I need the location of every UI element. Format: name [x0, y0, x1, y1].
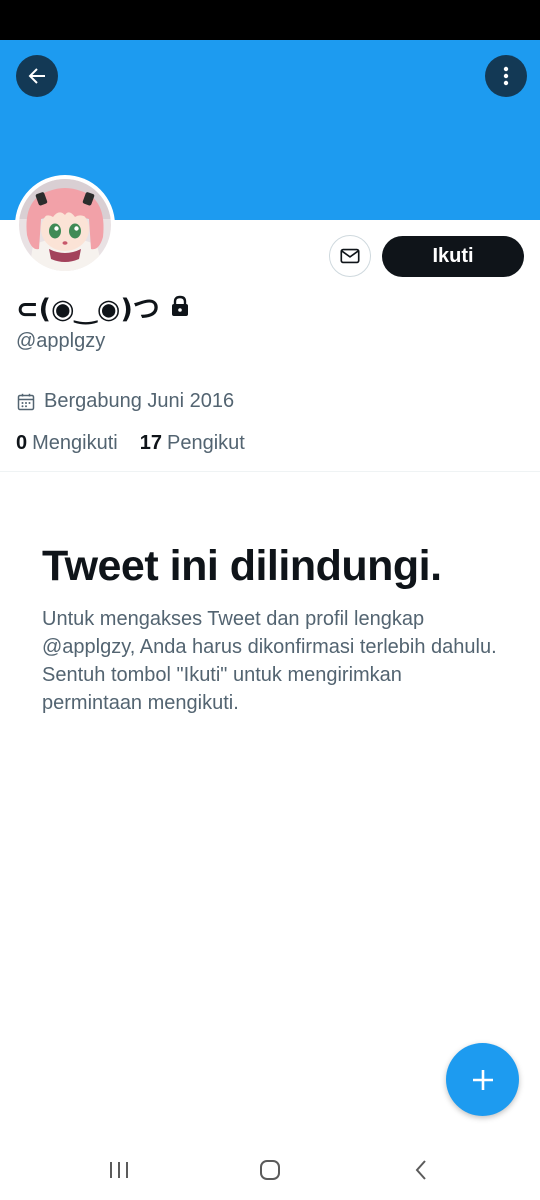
- calendar-icon: [16, 392, 36, 412]
- handle: @applgzy: [16, 330, 106, 352]
- following-label: Mengikuti: [32, 432, 118, 454]
- home-icon: [258, 1158, 282, 1182]
- joined-label: Bergabung Juni 2016: [44, 390, 235, 412]
- follow-button[interactable]: Ikuti: [382, 236, 524, 277]
- arrow-left-icon: [25, 64, 49, 88]
- recents-button[interactable]: [99, 1154, 139, 1186]
- divider: [0, 471, 540, 472]
- lock-icon: [170, 295, 190, 317]
- home-button[interactable]: [250, 1154, 290, 1186]
- more-vertical-icon: [494, 64, 518, 88]
- display-name: ⊂(◉‿◉)つ: [16, 293, 160, 325]
- compose-tweet-button[interactable]: [446, 1043, 519, 1116]
- nav-back-button[interactable]: [401, 1154, 441, 1186]
- protected-title: Tweet ini dilindungi.: [42, 542, 442, 590]
- followers-label: Pengikut: [166, 432, 245, 454]
- plus-icon: [470, 1067, 496, 1093]
- display-name-row: ⊂(◉‿◉)つ: [16, 288, 190, 325]
- following-count: 0: [16, 432, 28, 454]
- message-button[interactable]: [329, 235, 371, 277]
- followers-count: 17: [139, 432, 162, 454]
- more-options-button[interactable]: [485, 55, 527, 97]
- followers-link[interactable]: 17 Pengikut: [140, 432, 245, 455]
- follow-stats: 0 Mengikuti 17 Pengikut: [16, 432, 245, 455]
- status-bar: [0, 0, 540, 40]
- recents-icon: [108, 1160, 130, 1180]
- following-link[interactable]: 0 Mengikuti: [16, 432, 118, 455]
- system-navigation-bar: [0, 1140, 540, 1200]
- joined-date: Bergabung Juni 2016: [16, 390, 234, 413]
- back-button[interactable]: [16, 55, 58, 97]
- avatar[interactable]: [15, 175, 115, 275]
- protected-message: Untuk mengakses Tweet dan profil lengkap…: [42, 608, 497, 714]
- envelope-icon: [339, 245, 361, 267]
- chevron-left-icon: [413, 1159, 429, 1181]
